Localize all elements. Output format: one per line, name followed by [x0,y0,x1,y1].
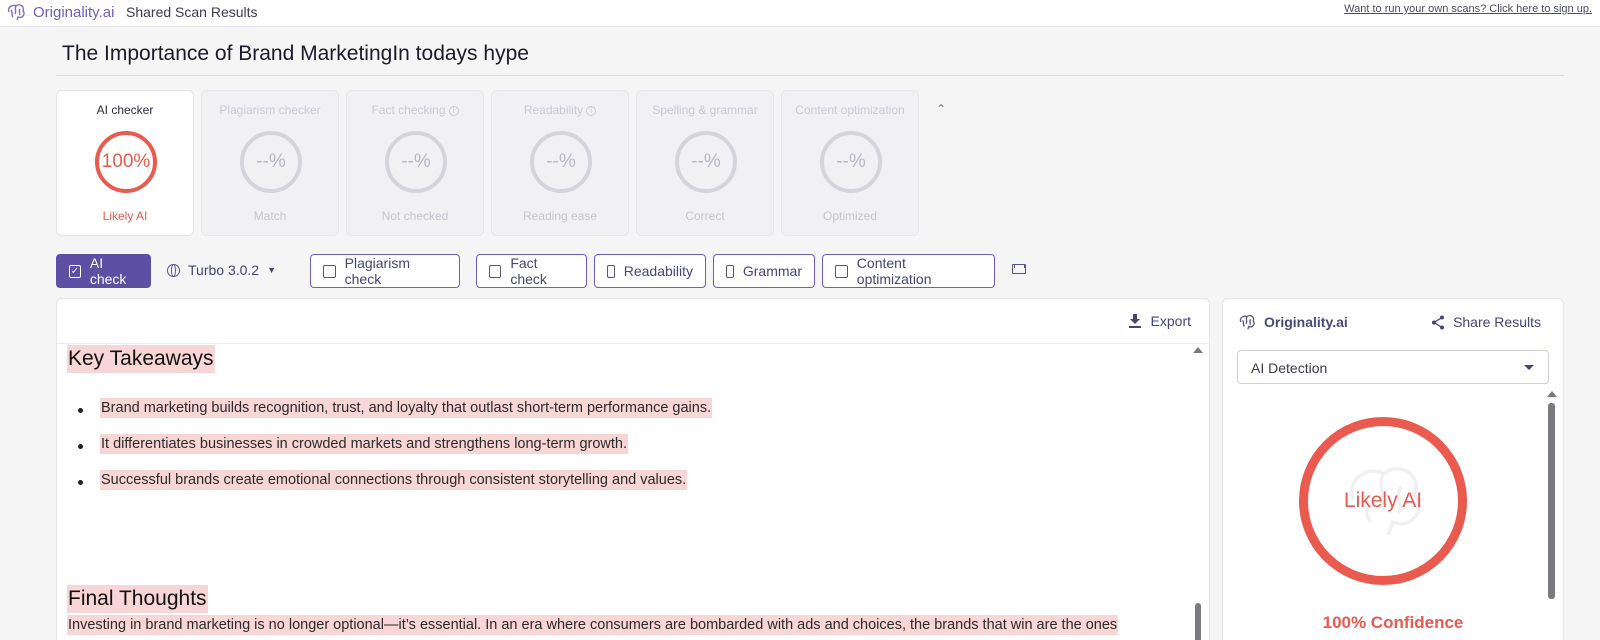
model-selector[interactable]: Turbo 3.0.2 ▼ [167,262,276,278]
brand-logo[interactable]: Originality.ai [5,3,114,21]
button-label: Content optimization [856,255,932,287]
card-fact-checking[interactable]: Fact checking i --% Not checked [346,90,484,236]
checkbox-icon [323,264,336,278]
card-readability[interactable]: Readability i --% Reading ease [491,90,629,236]
top-bar: Originality.ai Shared Scan Results Want … [0,0,1600,27]
confidence-text: 100% Confidence [1322,613,1464,632]
ai-check-button[interactable]: ✓ AI check [56,254,151,288]
card-label: Plagiarism checker [219,103,321,117]
caret-down-icon: ▼ [267,265,277,275]
caret-down-icon [1524,365,1534,370]
scroll-thumb[interactable] [1548,403,1555,599]
score-ring: --% [240,131,302,193]
button-label: Plagiarism check [344,255,410,287]
card-status: Match [253,209,287,223]
card-status: Optimized [822,209,878,223]
button-label: Fact check [510,255,547,287]
ai-result-ring: Likely AI [1299,417,1467,585]
card-content-optimization[interactable]: Content optimization --% Optimized [781,90,919,236]
paragraph: Investing in brand marketing is no longe… [67,615,1119,635]
list-item: Successful brands create emotional conne… [77,470,688,490]
scroll-up-arrow-icon[interactable] [1547,391,1557,397]
scrollbar[interactable] [1193,347,1203,640]
card-status: Reading ease [522,209,598,223]
brand-name: Originality.ai [33,3,115,21]
result-label: Likely AI [1343,489,1423,512]
download-icon [1128,314,1141,328]
checkbox-icon [607,264,615,278]
signup-link[interactable]: Want to run your own scans? Click here t… [1344,3,1592,15]
scroll-up-arrow-icon[interactable] [1193,347,1203,353]
score-ring: --% [675,131,737,193]
section-heading: Final Thoughts [67,585,208,613]
checkbox-icon [835,264,848,278]
score-ring: --% [820,131,882,193]
select-value: AI Detection [1251,360,1328,376]
scroll-thumb[interactable] [1195,603,1201,640]
fact-check-button[interactable]: Fact check [476,254,587,288]
score-ring: 100% [95,131,157,193]
score-ring: --% [530,131,592,193]
button-label: Grammar [742,263,802,279]
score-ring: --% [385,131,447,193]
share-label: Share Results [1453,314,1541,330]
document-title: The Importance of Brand MarketingIn toda… [62,42,529,65]
card-ai-checker[interactable]: AI checker 100% Likely AI [56,90,194,236]
brain-icon [1239,314,1255,330]
chevron-up-icon[interactable]: ⌃ [936,102,946,116]
section-heading: Key Takeaways [67,345,215,373]
detection-type-select[interactable]: AI Detection [1237,350,1549,384]
scrollbar[interactable] [1547,391,1557,640]
card-label: Readability i [492,103,628,117]
globe-icon [167,263,180,277]
card-status: Likely AI [102,209,148,223]
checkbox-checked-icon: ✓ [69,264,81,278]
card-plagiarism-checker[interactable]: Plagiarism checker --% Match [201,90,339,236]
card-label: Content optimization [795,103,905,117]
info-icon[interactable]: i [586,105,597,116]
card-status: Correct [685,209,725,223]
list-item: It differentiates businesses in crowded … [77,434,629,454]
panel-header: Export [57,299,1209,344]
model-label: Turbo 3.0.2 [188,262,260,278]
readability-button[interactable]: Readability [594,254,706,288]
results-brand: Originality.ai [1237,314,1348,330]
results-panel: Originality.ai Share Results AI Detectio… [1222,298,1564,640]
plagiarism-check-button[interactable]: Plagiarism check [310,254,460,288]
button-label: AI check [89,255,127,287]
results-brand-name: Originality.ai [1264,314,1348,330]
card-label: Fact checking i [347,103,483,117]
card-label: AI checker [96,103,154,117]
checkbox-icon [489,264,502,278]
scan-text-panel: Export Key Takeaways Brand marketing bui… [56,298,1210,640]
button-label: Readability [623,263,693,279]
brain-icon [7,4,25,21]
card-label: Spelling & grammar [652,103,758,117]
checkbox-icon [726,264,734,278]
card-status: Not checked [381,209,449,223]
content-optimization-button[interactable]: Content optimization [822,254,995,288]
title-divider [56,75,1564,76]
share-icon [1432,315,1445,329]
export-label: Export [1150,313,1191,329]
info-icon[interactable]: i [448,105,459,116]
share-results-button[interactable]: Share Results [1431,314,1541,330]
card-spelling-grammar[interactable]: Spelling & grammar --% Correct [636,90,774,236]
page-title: Shared Scan Results [126,4,258,20]
grammar-button[interactable]: Grammar [713,254,815,288]
ruler-icon[interactable] [1012,264,1026,274]
export-button[interactable]: Export [1128,313,1191,329]
list-item: Brand marketing builds recognition, trus… [77,398,713,418]
